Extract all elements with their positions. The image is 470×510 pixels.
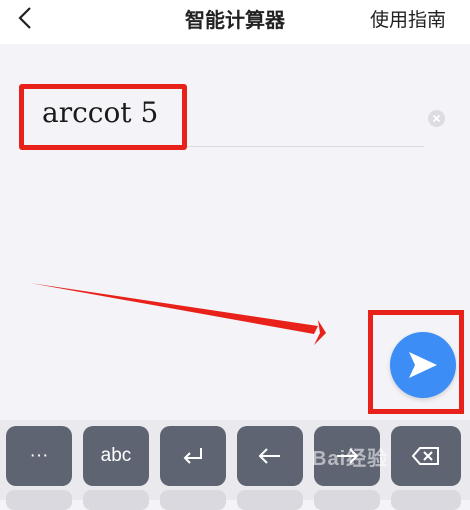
cursor-left-key[interactable] (237, 426, 303, 486)
keyboard-row2-key[interactable] (314, 490, 380, 510)
abc-key[interactable]: abc (83, 426, 149, 486)
more-key[interactable]: ··· (6, 426, 72, 486)
backspace-icon (411, 447, 439, 465)
keyboard-row2-key[interactable] (83, 490, 149, 510)
enter-icon (183, 448, 202, 464)
keyboard-row2-key[interactable] (237, 490, 303, 510)
baidu-watermark: Bai经验 (312, 448, 389, 470)
enter-key[interactable] (160, 426, 226, 486)
backspace-key[interactable] (391, 426, 461, 486)
keyboard-row2-key[interactable] (160, 490, 226, 510)
keyboard-row2-key[interactable] (391, 490, 461, 510)
left-arrow-icon (258, 448, 280, 464)
send-highlight-box (368, 310, 464, 414)
keyboard-row2-key[interactable] (6, 490, 72, 510)
keyboard: ··· abc (0, 420, 470, 510)
